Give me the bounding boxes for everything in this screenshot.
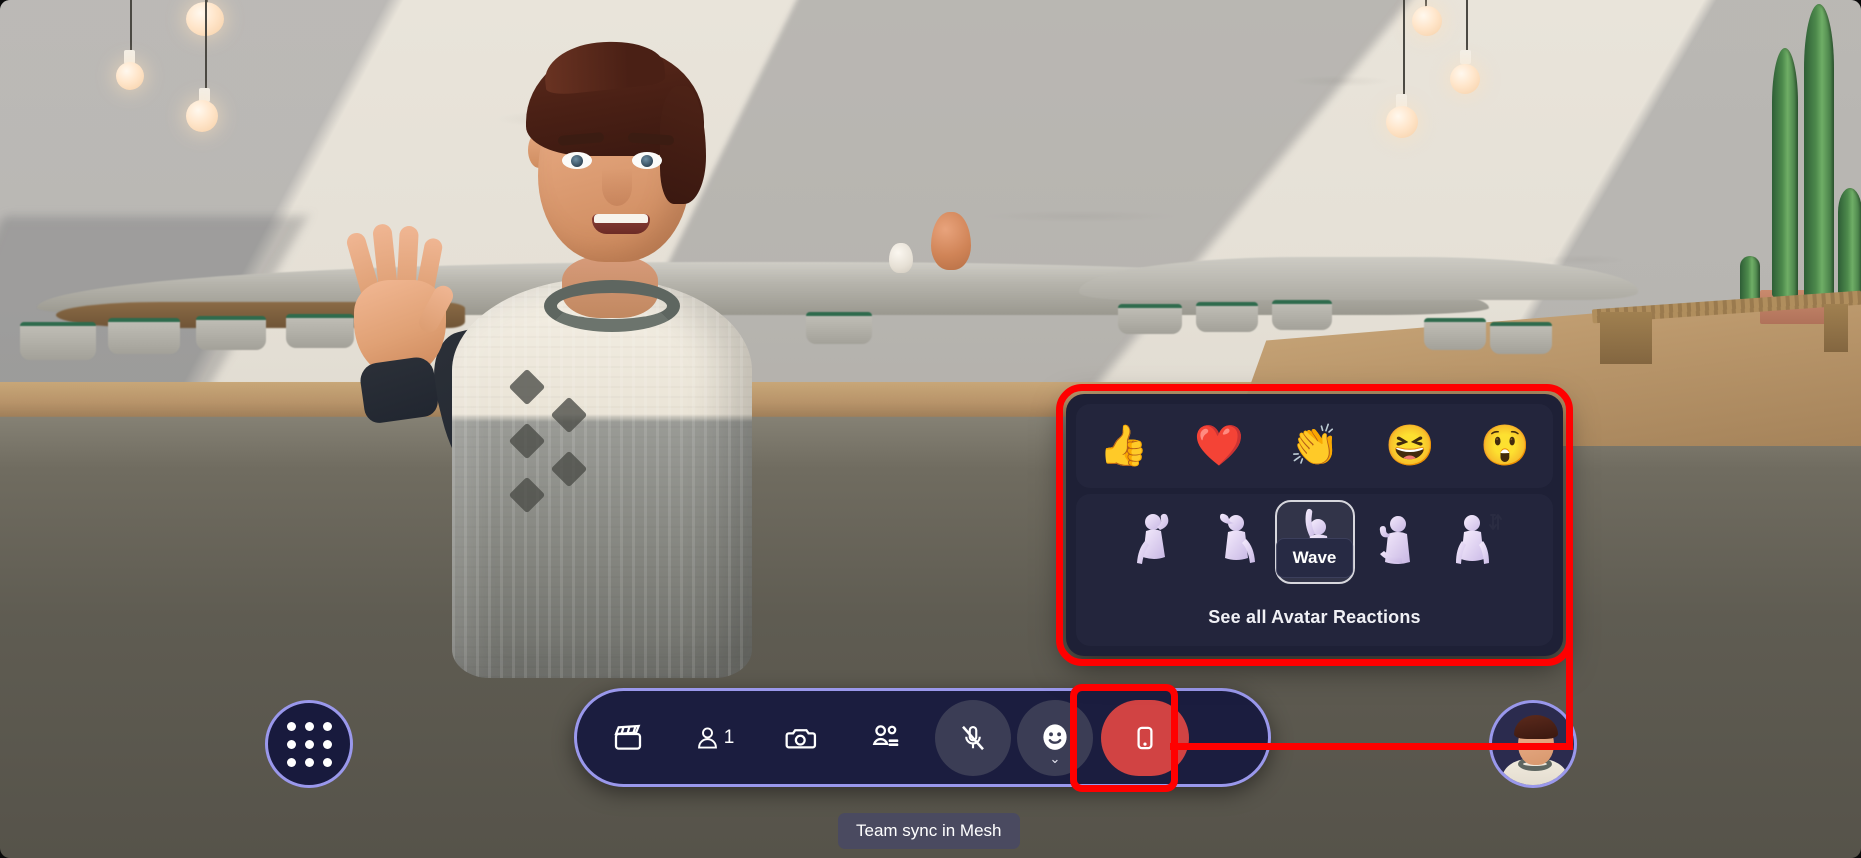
meeting-name-label: Team sync in Mesh: [838, 813, 1020, 849]
avatar-torso: [452, 278, 752, 678]
mute-microphone-button[interactable]: [935, 699, 1011, 776]
grid-dots-icon: [286, 721, 332, 767]
avatar-waving-hand: [338, 223, 457, 425]
camera-icon: [785, 728, 817, 748]
avatar-wrist-cuff: [358, 355, 440, 425]
hangup-phone-icon: [1137, 726, 1153, 749]
avatar-raise-hand-gesture-button[interactable]: [1435, 500, 1515, 584]
pendant-bulb: [1412, 6, 1442, 36]
app-window: 1 ⌄ 👍 ❤️ 👏 😆 😲 Wave See all Avatar React…: [0, 0, 1861, 858]
together-mode-button[interactable]: [843, 699, 929, 777]
pendant-bulb: [186, 100, 218, 132]
heart-emoji-button[interactable]: ❤️: [1188, 415, 1250, 477]
avatar-point-gesture-button[interactable]: [1355, 500, 1435, 584]
leave-call-button[interactable]: [1101, 699, 1189, 776]
pendant-wire: [205, 0, 207, 94]
avatar-gestures-row: Wave: [1111, 494, 1519, 590]
person-icon: [697, 726, 717, 749]
surprised-emoji-button[interactable]: 😲: [1474, 415, 1536, 477]
scene-cactus: [1838, 188, 1861, 298]
applause-emoji-button[interactable]: 👏: [1283, 415, 1345, 477]
pendant-bulb: [116, 62, 144, 90]
scene-vase-small: [889, 243, 913, 273]
laughing-emoji-button[interactable]: 😆: [1379, 415, 1441, 477]
avatar-wave-gesture-button[interactable]: Wave: [1274, 500, 1355, 584]
together-mode-icon: [872, 724, 899, 746]
app-grid-button[interactable]: [265, 700, 353, 788]
scene-chair: [1196, 302, 1258, 332]
avatar-pupil: [571, 155, 583, 167]
clips-button[interactable]: [585, 699, 671, 777]
scene-chair: [20, 322, 96, 360]
scene-cactus: [1804, 4, 1834, 298]
scene-bench-leg: [1824, 304, 1848, 352]
scene-floor: [0, 394, 1861, 858]
user-avatar-3d: [330, 28, 800, 678]
avatar-salute-icon: [1219, 513, 1255, 563]
avatar-collar: [544, 280, 680, 332]
avatar-flex-icon: [1136, 513, 1168, 564]
see-all-avatar-reactions-link[interactable]: See all Avatar Reactions: [1208, 593, 1421, 642]
gesture-tooltip: Wave: [1275, 538, 1354, 578]
scene-bench-leg: [1600, 312, 1652, 364]
participants-button[interactable]: 1: [671, 699, 757, 777]
pendant-wire: [1466, 0, 1468, 54]
avatar-point-icon: [1379, 516, 1410, 564]
avatar-raise-hand-icon: [1455, 514, 1502, 564]
pendant-bulb: [1450, 64, 1480, 94]
pendant-cap: [1460, 50, 1471, 64]
avatar-pupil: [641, 155, 653, 167]
avatar-sweater-texture: [452, 278, 752, 678]
scene-vase-large: [931, 212, 971, 270]
clapperboard-icon: [614, 724, 642, 750]
scene-counter-right: [1079, 257, 1638, 301]
scene-cactus: [1740, 256, 1760, 302]
camera-button[interactable]: [757, 699, 843, 777]
scene-chair: [108, 318, 180, 354]
scene-cactus: [1772, 48, 1798, 298]
self-avatar-thumbnail[interactable]: [1489, 700, 1577, 788]
scene-chair: [196, 316, 266, 350]
emoji-reactions-row: 👍 ❤️ 👏 😆 😲: [1076, 404, 1553, 488]
avatar-teeth: [594, 214, 648, 223]
scene-chair: [1272, 300, 1332, 330]
scene-chair: [806, 312, 872, 344]
scene-chair: [1490, 322, 1552, 354]
self-avatar-hair: [1514, 715, 1558, 739]
reactions-button[interactable]: ⌄: [1017, 699, 1093, 776]
participant-count: 1: [723, 726, 735, 748]
avatar-nose: [602, 168, 632, 206]
microphone-muted-icon: [962, 725, 984, 750]
avatar-salute-gesture-button[interactable]: [1195, 500, 1275, 584]
pendant-bulb: [1386, 106, 1418, 138]
avatar-gestures-section: Wave See all Avatar Reactions: [1076, 494, 1553, 646]
avatar-mouth: [592, 214, 650, 234]
chevron-down-icon: ⌄: [1049, 750, 1061, 766]
thumbs-up-emoji-button[interactable]: 👍: [1093, 415, 1155, 477]
avatar-flex-gesture-button[interactable]: [1115, 500, 1195, 584]
scene-chair: [1424, 318, 1486, 350]
meeting-toolbar: 1 ⌄: [574, 688, 1271, 787]
avatar-eye: [562, 152, 592, 169]
smiley-face-icon: [1043, 723, 1067, 750]
scene-chair: [1118, 304, 1182, 334]
reactions-panel: 👍 ❤️ 👏 😆 😲 Wave See all Avatar Reactions: [1066, 394, 1563, 656]
avatar-eye: [632, 152, 662, 169]
pendant-wire: [1403, 0, 1405, 96]
